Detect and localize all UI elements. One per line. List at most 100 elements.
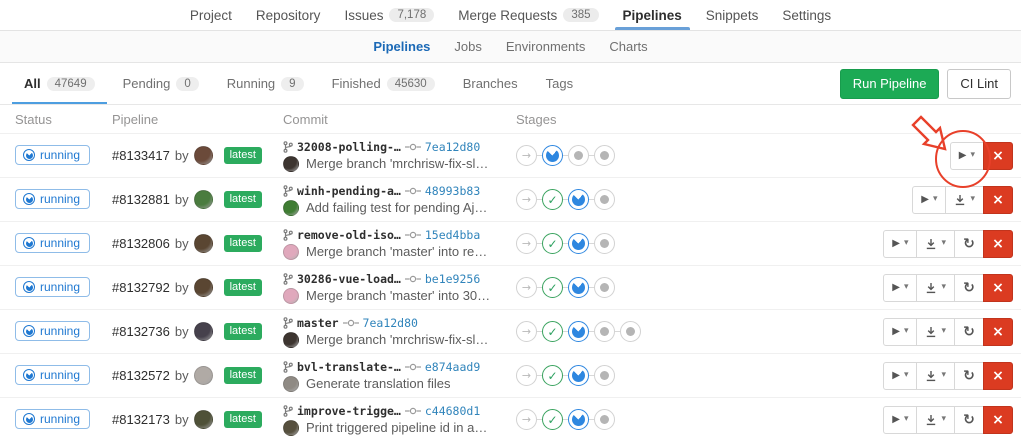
stage-icon-passed[interactable]: ✓ [542,277,563,298]
retry-pipeline-button[interactable]: ↻ [954,406,984,434]
play-pipeline-button[interactable]: ▶▾ [912,186,946,214]
cancel-pipeline-button[interactable]: × [983,362,1013,390]
stage-icon-passed[interactable]: ✓ [542,365,563,386]
top-nav-item-settings[interactable]: Settings [770,0,843,30]
pipeline-author-avatar[interactable] [194,278,213,297]
download-pipeline-button[interactable]: ▾ [916,230,955,258]
branch-link[interactable]: bvl-translate-… [297,360,401,374]
filter-tab-finished[interactable]: Finished 45630 [318,63,449,104]
stage-icon-created[interactable] [594,321,615,342]
play-pipeline-button[interactable]: ▶▾ [883,274,917,302]
branch-link[interactable]: improve-trigge… [297,404,401,418]
filter-tab-tags[interactable]: Tags [532,63,587,104]
stage-icon-running[interactable] [568,233,589,254]
top-nav-item-merge-requests[interactable]: Merge Requests 385 [446,0,610,30]
status-badge-running[interactable]: running [15,277,90,297]
status-badge-running[interactable]: running [15,145,90,165]
play-pipeline-button[interactable]: ▶▾ [883,318,917,346]
status-badge-running[interactable]: running [15,365,90,385]
pipeline-id-link[interactable]: #8132806 [112,236,170,251]
commit-sha-link[interactable]: 15ed4bba [425,228,480,242]
commit-author-avatar[interactable] [283,420,299,436]
play-pipeline-button[interactable]: ▶▾ [883,362,917,390]
stage-icon-skipped[interactable]: → [516,145,537,166]
stage-icon-passed[interactable]: ✓ [542,409,563,430]
cancel-pipeline-button[interactable]: × [983,406,1013,434]
play-pipeline-button[interactable]: ▶▾ [883,230,917,258]
stage-icon-skipped[interactable]: → [516,321,537,342]
stage-icon-created[interactable] [594,189,615,210]
play-pipeline-button[interactable]: ▶▾ [950,142,984,170]
pipeline-id-link[interactable]: #8132881 [112,192,170,207]
stage-icon-running[interactable] [568,277,589,298]
branch-link[interactable]: 32008-polling-… [297,140,401,154]
stage-icon-running[interactable] [568,189,589,210]
stage-icon-running[interactable] [542,145,563,166]
commit-message-link[interactable]: Merge branch 'mrchrisw-fix-sl… [306,332,488,347]
pipeline-author-avatar[interactable] [194,190,213,209]
commit-message-link[interactable]: Add failing test for pending Aj… [306,200,487,215]
commit-author-avatar[interactable] [283,376,299,392]
pipeline-id-link[interactable]: #8132572 [112,368,170,383]
cancel-pipeline-button[interactable]: × [983,274,1013,302]
commit-sha-link[interactable]: 7ea12d80 [425,140,480,154]
stage-icon-created[interactable] [594,277,615,298]
stage-icon-skipped[interactable]: → [516,233,537,254]
stage-icon-skipped[interactable]: → [516,277,537,298]
pipeline-author-avatar[interactable] [194,322,213,341]
top-nav-item-repository[interactable]: Repository [244,0,333,30]
filter-tab-all[interactable]: All 47649 [10,63,109,104]
sub-nav-item-charts[interactable]: Charts [597,31,659,62]
pipeline-id-link[interactable]: #8132173 [112,412,170,427]
commit-author-avatar[interactable] [283,200,299,216]
download-pipeline-button[interactable]: ▾ [945,186,984,214]
commit-sha-link[interactable]: c44680d1 [425,404,480,418]
sub-nav-item-pipelines[interactable]: Pipelines [361,31,442,62]
top-nav-item-pipelines[interactable]: Pipelines [611,0,694,30]
retry-pipeline-button[interactable]: ↻ [954,274,984,302]
stage-icon-created[interactable] [594,145,615,166]
commit-sha-link[interactable]: be1e9256 [425,272,480,286]
sub-nav-item-jobs[interactable]: Jobs [442,31,493,62]
commit-message-link[interactable]: Merge branch 'master' into re… [306,244,487,259]
stage-icon-running[interactable] [568,321,589,342]
branch-link[interactable]: master [297,316,339,330]
retry-pipeline-button[interactable]: ↻ [954,362,984,390]
stage-icon-created[interactable] [620,321,641,342]
top-nav-item-project[interactable]: Project [178,0,244,30]
pipeline-author-avatar[interactable] [194,366,213,385]
stage-icon-created[interactable] [594,365,615,386]
download-pipeline-button[interactable]: ▾ [916,406,955,434]
pipeline-author-avatar[interactable] [194,410,213,429]
commit-sha-link[interactable]: 48993b83 [425,184,480,198]
top-nav-item-issues[interactable]: Issues 7,178 [332,0,446,30]
commit-author-avatar[interactable] [283,332,299,348]
stage-icon-created[interactable] [594,233,615,254]
cancel-pipeline-button[interactable]: × [983,186,1013,214]
download-pipeline-button[interactable]: ▾ [916,274,955,302]
stage-icon-skipped[interactable]: → [516,409,537,430]
branch-link[interactable]: 30286-vue-load… [297,272,401,286]
pipeline-id-link[interactable]: #8132736 [112,324,170,339]
stage-icon-running[interactable] [568,409,589,430]
commit-message-link[interactable]: Merge branch 'master' into 30… [306,288,490,303]
pipeline-author-avatar[interactable] [194,234,213,253]
stage-icon-passed[interactable]: ✓ [542,321,563,342]
commit-message-link[interactable]: Generate translation files [306,376,451,391]
top-nav-item-snippets[interactable]: Snippets [694,0,771,30]
stage-icon-skipped[interactable]: → [516,189,537,210]
filter-tab-pending[interactable]: Pending 0 [109,63,213,104]
commit-message-link[interactable]: Print triggered pipeline id in a… [306,420,487,435]
status-badge-running[interactable]: running [15,409,90,429]
commit-author-avatar[interactable] [283,244,299,260]
stage-icon-running[interactable] [568,365,589,386]
filter-tab-branches[interactable]: Branches [449,63,532,104]
stage-icon-created[interactable] [594,409,615,430]
commit-author-avatar[interactable] [283,156,299,172]
play-pipeline-button[interactable]: ▶▾ [883,406,917,434]
pipeline-author-avatar[interactable] [194,146,213,165]
stage-icon-passed[interactable]: ✓ [542,233,563,254]
retry-pipeline-button[interactable]: ↻ [954,230,984,258]
sub-nav-item-environments[interactable]: Environments [494,31,597,62]
pipeline-id-link[interactable]: #8132792 [112,280,170,295]
